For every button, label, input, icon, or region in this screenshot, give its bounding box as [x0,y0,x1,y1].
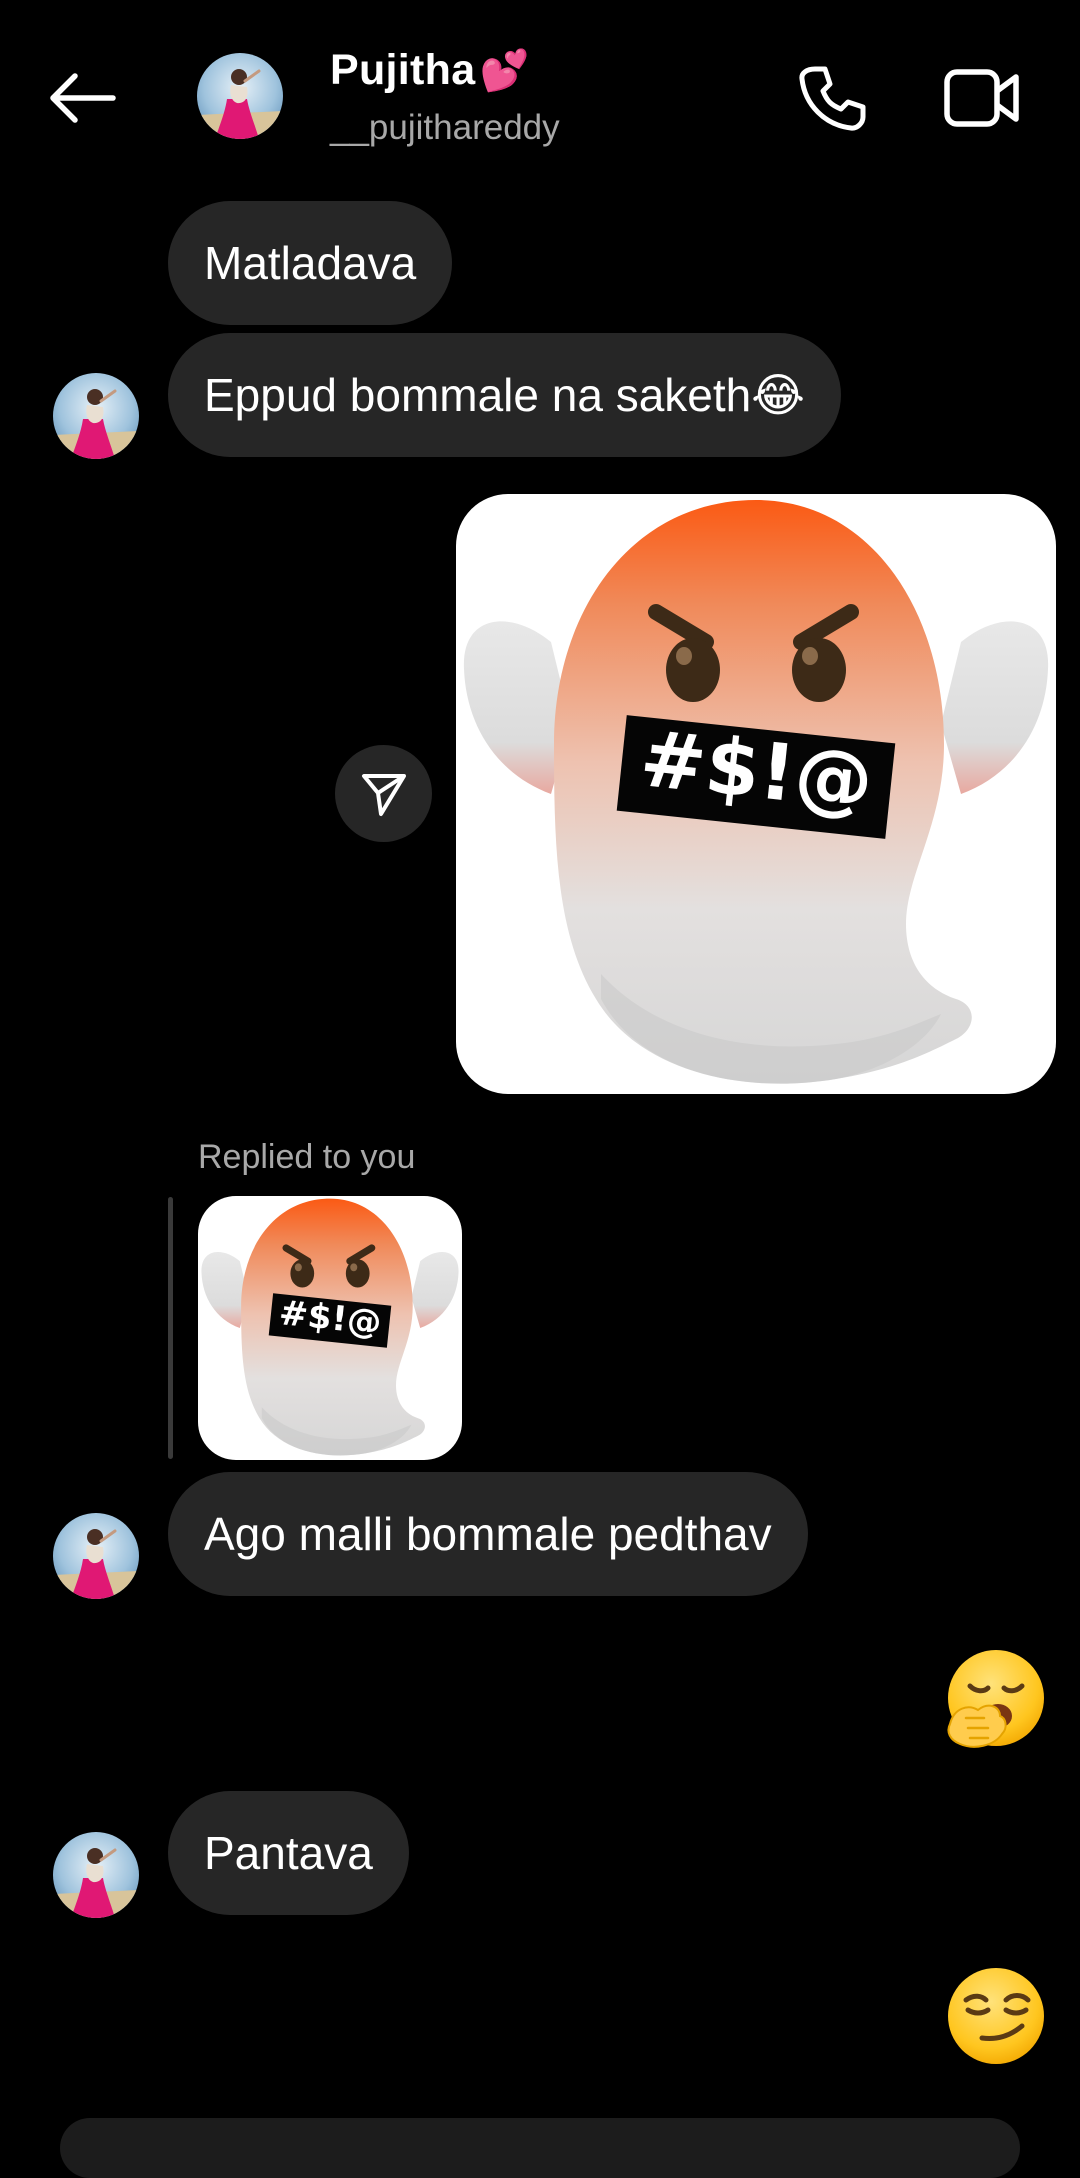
message-bubble[interactable]: Eppud bommale na saketh😂 [168,333,841,457]
sticker-message[interactable]: #$!@ [456,494,1056,1094]
chat-header: Pujitha 💕 __pujithareddy [0,0,1080,190]
angry-ghost-sticker: #$!@ [456,494,1056,1094]
replied-to-you-label: Replied to you [198,1138,416,1176]
contact-name-text: Pujitha [330,46,476,94]
message-text: Pantava [204,1827,373,1879]
avatar[interactable] [53,1513,139,1599]
avatar[interactable] [53,373,139,459]
message-text: Ago malli bommale pedthav [204,1508,772,1560]
reply-indicator-bar [168,1197,173,1459]
video-camera-icon [944,69,1019,127]
arrow-left-icon [50,73,116,123]
share-button[interactable] [335,745,432,842]
yawning-face-icon [947,1650,1044,1748]
message-composer[interactable] [60,2118,1020,2178]
replied-sticker-preview[interactable]: #$!@ [198,1196,462,1460]
emoji-message[interactable] [944,1964,1048,2068]
avatar[interactable] [53,1832,139,1918]
message-text: Eppud bommale na saketh😂 [204,369,805,421]
video-call-button[interactable] [940,58,1024,138]
message-bubble[interactable]: Matladava [168,201,453,325]
smirking-face-icon [948,1968,1044,2064]
voice-call-button[interactable] [792,58,872,138]
avatar[interactable] [197,53,283,139]
angry-ghost-sticker: #$!@ [198,1196,462,1460]
contact-name[interactable]: Pujitha 💕 [330,46,530,95]
message-bubble[interactable]: Pantava [168,1791,409,1915]
phone-icon [799,66,866,131]
contact-username: __pujithareddy [330,108,560,147]
two-hearts-emoji: 💕 [479,49,530,93]
message-bubble[interactable]: Ago malli bommale pedthav [168,1472,808,1596]
paper-plane-icon [361,773,406,816]
back-button[interactable] [40,62,124,134]
message-text: Matladava [204,237,417,289]
emoji-message[interactable] [944,1646,1048,1750]
